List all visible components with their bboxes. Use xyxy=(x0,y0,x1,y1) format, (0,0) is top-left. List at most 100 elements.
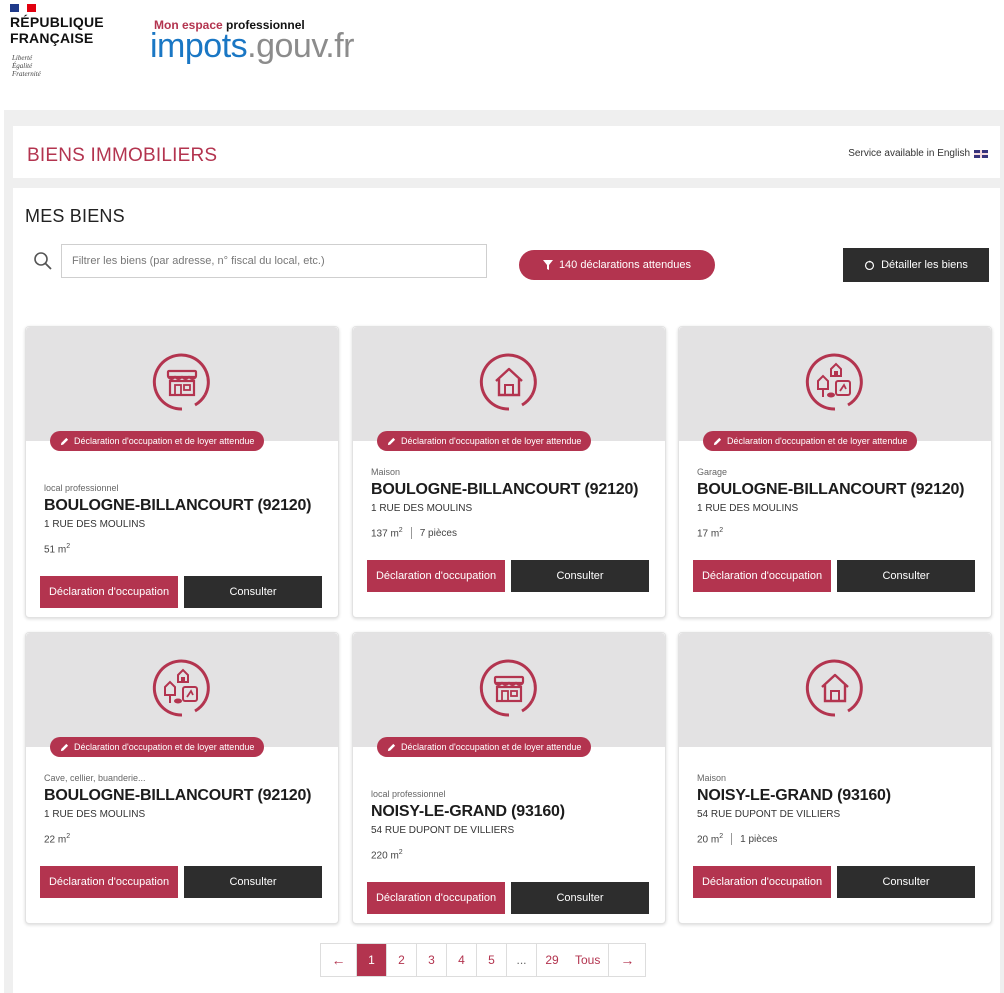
property-card[interactable]: Déclaration d'occupation et de loyer att… xyxy=(352,632,666,924)
pencil-icon xyxy=(387,743,396,751)
property-card[interactable]: Déclaration d'occupation et de loyer att… xyxy=(25,326,339,618)
search-input[interactable] xyxy=(61,244,487,278)
pagination-ellipsis: ... xyxy=(507,944,537,976)
property-area: 51 m2 xyxy=(44,543,71,556)
consult-button[interactable]: Consulter xyxy=(184,576,322,608)
declaration-pending-badge: Déclaration d'occupation et de loyer att… xyxy=(377,431,592,451)
search-icon[interactable] xyxy=(25,244,61,278)
consult-button[interactable]: Consulter xyxy=(511,560,649,592)
declaration-button[interactable]: Déclaration d'occupation xyxy=(693,560,831,592)
property-type: Maison xyxy=(697,773,727,783)
property-city: BOULOGNE-BILLANCOURT (92120) xyxy=(44,497,312,514)
pagination-page-1[interactable]: 1 xyxy=(357,944,387,976)
consult-button[interactable]: Consulter xyxy=(837,866,975,898)
outbuildings-icon xyxy=(151,657,213,719)
impots-gouv-logo[interactable]: impots.gouv.fr xyxy=(150,27,355,65)
english-service-label: Service available in English xyxy=(848,148,970,159)
badge-label: Déclaration d'occupation et de loyer att… xyxy=(401,742,582,752)
property-address: 1 RUE DES MOULINS xyxy=(697,503,799,514)
logo-part-2: .gouv.fr xyxy=(247,27,355,65)
republic-motto: Liberté Égalité Fraternité xyxy=(12,54,41,78)
declaration-button[interactable]: Déclaration d'occupation xyxy=(40,866,178,898)
pending-declarations-filter-button[interactable]: 140 déclarations attendues xyxy=(519,250,715,280)
marianne-flag-icon xyxy=(10,4,37,12)
page-title: BIENS IMMOBILIERS xyxy=(27,145,218,166)
property-card[interactable]: Déclaration d'occupation et de loyer att… xyxy=(25,632,339,924)
site-header: RÉPUBLIQUE FRANÇAISE Liberté Égalité Fra… xyxy=(0,0,1004,110)
consult-button[interactable]: Consulter xyxy=(184,866,322,898)
declaration-pending-badge: Déclaration d'occupation et de loyer att… xyxy=(377,737,592,757)
property-address: 1 RUE DES MOULINS xyxy=(371,503,473,514)
property-address: 1 RUE DES MOULINS xyxy=(44,809,146,820)
property-meta: 22 m2 xyxy=(44,833,70,845)
pagination-pages: 1 2 3 4 5... 29 xyxy=(357,944,567,976)
uk-flag-icon xyxy=(974,149,988,158)
pencil-icon xyxy=(60,437,69,445)
motto-3: Fraternité xyxy=(12,70,41,78)
pagination-all-button[interactable]: Tous xyxy=(567,944,610,976)
pagination-page-4[interactable]: 4 xyxy=(447,944,477,976)
title-bar: BIENS IMMOBILIERS Service available in E… xyxy=(13,126,1000,178)
declaration-pending-badge: Déclaration d'occupation et de loyer att… xyxy=(703,431,918,451)
property-type: local professionnel xyxy=(371,789,446,799)
pagination-page-2[interactable]: 2 xyxy=(387,944,417,976)
pagination-prev-button[interactable]: ← xyxy=(321,944,357,976)
pagination-page-5[interactable]: 5 xyxy=(477,944,507,976)
property-city: BOULOGNE-BILLANCOURT (92120) xyxy=(697,481,965,498)
property-area: 137 m2 xyxy=(371,527,403,540)
declaration-button[interactable]: Déclaration d'occupation xyxy=(367,882,505,914)
house-icon xyxy=(804,657,866,719)
property-rooms: 7 pièces xyxy=(419,527,457,539)
declaration-button[interactable]: Déclaration d'occupation xyxy=(40,576,178,608)
consult-button[interactable]: Consulter xyxy=(837,560,975,592)
english-service-link[interactable]: Service available in English xyxy=(848,148,988,159)
motto-2: Égalité xyxy=(12,62,33,70)
pagination-page-29[interactable]: 29 xyxy=(537,944,567,976)
property-city: BOULOGNE-BILLANCOURT (92120) xyxy=(371,481,639,498)
republique-francaise-logo[interactable]: RÉPUBLIQUE FRANÇAISE xyxy=(10,14,104,46)
republic-line-2: FRANÇAISE xyxy=(10,30,94,46)
property-type: Garage xyxy=(697,467,728,477)
badge-label: Déclaration d'occupation et de loyer att… xyxy=(74,436,255,446)
badge-label: Déclaration d'occupation et de loyer att… xyxy=(401,436,582,446)
property-type: Cave, cellier, buanderie... xyxy=(44,773,146,783)
pagination-page-3[interactable]: 3 xyxy=(417,944,447,976)
property-meta: 220 m2 xyxy=(371,849,403,861)
pencil-icon xyxy=(60,743,69,751)
property-address: 54 RUE DUPONT DE VILLIERS xyxy=(697,809,841,820)
logo-part-1: impots xyxy=(150,27,248,65)
badge-label: Déclaration d'occupation et de loyer att… xyxy=(74,742,255,752)
pencil-icon xyxy=(387,437,396,445)
detail-label: Détailler les biens xyxy=(881,259,968,271)
property-area: 220 m2 xyxy=(371,849,403,862)
meta-separator xyxy=(410,527,412,540)
property-rooms: 1 pièces xyxy=(740,833,778,845)
consult-button[interactable]: Consulter xyxy=(511,882,649,914)
property-meta: 20 m2 1 pièces xyxy=(697,833,777,845)
motto-1: Liberté xyxy=(12,54,33,62)
shop-icon xyxy=(151,351,213,413)
property-meta: 51 m2 xyxy=(44,543,70,555)
section-title: MES BIENS xyxy=(25,206,125,226)
outbuildings-icon xyxy=(804,351,866,413)
filter-label: 140 déclarations attendues xyxy=(558,259,692,271)
detail-properties-button[interactable]: Détailler les biens xyxy=(843,248,989,282)
declaration-button[interactable]: Déclaration d'occupation xyxy=(693,866,831,898)
property-card[interactable]: Déclaration d'occupation et de loyer att… xyxy=(352,326,666,618)
property-area: 22 m2 xyxy=(44,833,71,846)
shop-icon xyxy=(478,657,540,719)
pagination: ← 1 2 3 4 5... 29 Tous → xyxy=(320,943,647,977)
search-box xyxy=(25,244,495,278)
property-card[interactable]: Maison NOISY-LE-GRAND (93160) 54 RUE DUPON… xyxy=(678,632,992,924)
declaration-button[interactable]: Déclaration d'occupation xyxy=(367,560,505,592)
pencil-icon xyxy=(713,437,722,445)
badge-label: Déclaration d'occupation et de loyer att… xyxy=(727,436,908,446)
declaration-pending-badge: Déclaration d'occupation et de loyer att… xyxy=(50,737,265,757)
meta-separator xyxy=(731,833,733,846)
pagination-next-button[interactable]: → xyxy=(609,944,646,976)
property-card[interactable]: Déclaration d'occupation et de loyer att… xyxy=(678,326,992,618)
property-meta: 137 m2 7 pièces xyxy=(371,527,457,539)
house-icon xyxy=(478,351,540,413)
declaration-pending-badge: Déclaration d'occupation et de loyer att… xyxy=(50,431,265,451)
property-address: 1 RUE DES MOULINS xyxy=(44,519,146,530)
